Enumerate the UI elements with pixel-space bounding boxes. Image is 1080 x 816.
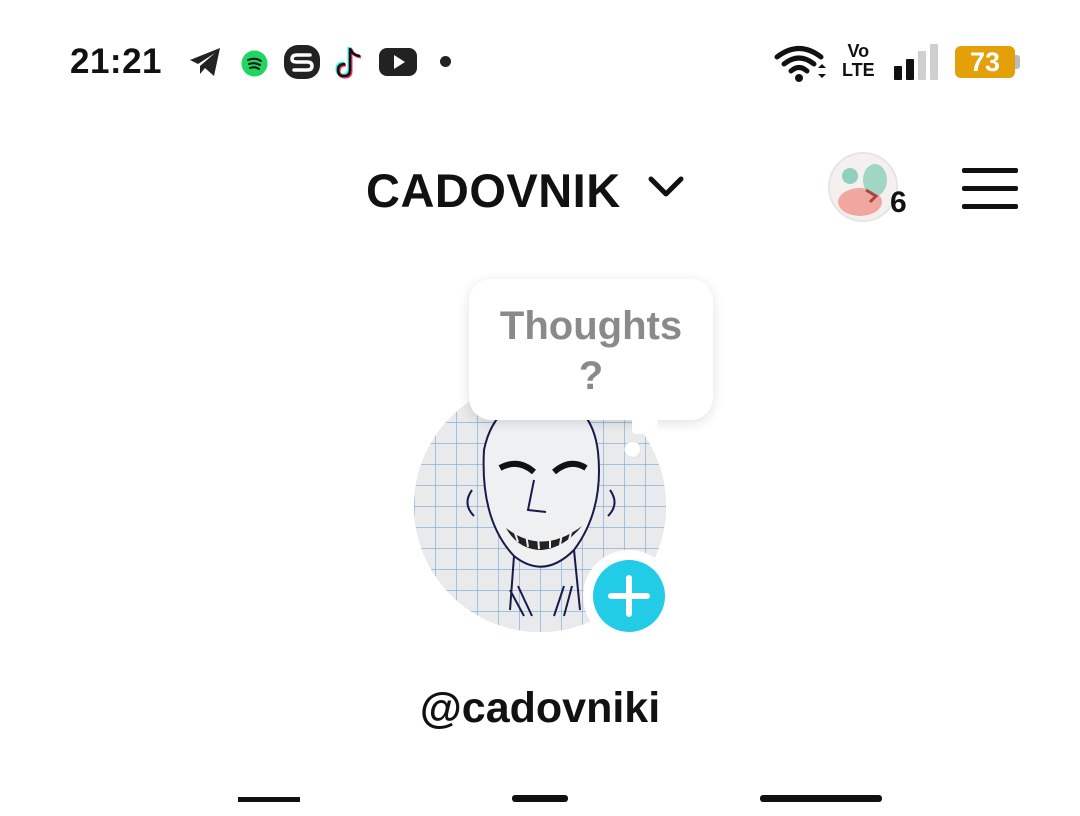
signal-icon (894, 44, 938, 80)
thoughts-bubble-text: Thoughts ? (499, 304, 683, 398)
telegram-icon (190, 48, 220, 76)
tiktok-icon (335, 47, 362, 79)
hamburger-menu-icon[interactable] (960, 166, 1020, 212)
volte-indicator: Vo LTE (842, 42, 875, 80)
plus-icon (608, 575, 650, 617)
app-s-icon (284, 45, 320, 79)
more-notifications-dot (440, 56, 451, 67)
add-story-button[interactable] (583, 550, 675, 642)
volte-bottom: LTE (842, 60, 875, 80)
clock: 21:21 (70, 42, 163, 81)
thoughts-bubble[interactable]: Thoughts ? (469, 279, 713, 420)
stories-count: 6 (890, 186, 907, 219)
battery-level: 73 (969, 47, 1001, 77)
youtube-icon (379, 48, 417, 76)
stories-avatar[interactable] (828, 152, 898, 222)
account-switcher-label[interactable]: CADOVNIK (366, 163, 621, 218)
volte-top: Vo (847, 41, 870, 61)
battery-tip (1015, 55, 1020, 69)
thoughts-bubble-tail (632, 412, 658, 434)
battery-icon: 73 (955, 46, 1015, 78)
profile-handle: @cadovniki (419, 684, 661, 732)
status-bar: 21:21 Vo LTE 73 (0, 0, 1080, 120)
profile-stats-row (0, 786, 1080, 816)
story-thumbnail (830, 154, 896, 220)
chevron-down-icon[interactable] (648, 176, 684, 198)
stats-numbers-cutoff (238, 795, 882, 802)
add-story-button-fill (593, 560, 665, 632)
profile-header: CADOVNIK 6 (0, 140, 1080, 240)
wifi-icon (774, 46, 826, 82)
thoughts-bubble-dot (624, 441, 641, 458)
spotify-icon (241, 50, 268, 77)
